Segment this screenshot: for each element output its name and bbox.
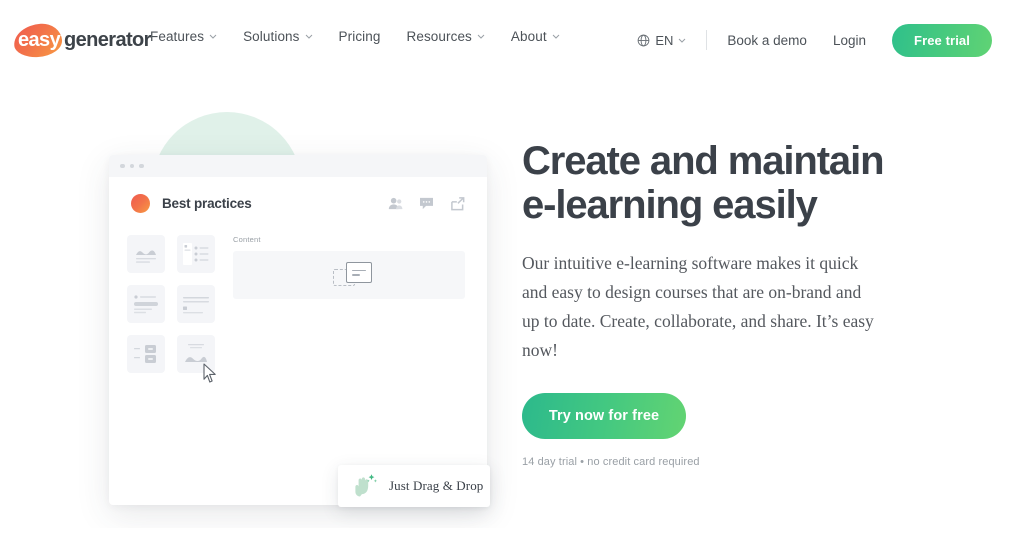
drag-hand-icon bbox=[352, 472, 378, 500]
product-mockup: Best practices Content bbox=[109, 155, 487, 505]
nav-item-features[interactable]: Features bbox=[150, 29, 217, 44]
window-dot-icon bbox=[129, 163, 134, 169]
hero-subhead: Our intuitive e-learning software makes … bbox=[522, 253, 874, 361]
chevron-down-icon bbox=[305, 34, 313, 39]
people-icon[interactable] bbox=[388, 197, 403, 210]
trial-note: 14 day trial • no credit card required bbox=[522, 456, 700, 469]
chevron-down-icon bbox=[678, 38, 686, 43]
chevron-down-icon bbox=[209, 34, 217, 39]
course-title: Best practices bbox=[162, 196, 252, 211]
chevron-down-icon bbox=[477, 34, 485, 39]
nav-item-resources[interactable]: Resources bbox=[406, 29, 485, 44]
mockup-header: Best practices bbox=[109, 177, 487, 213]
nav-label: About bbox=[510, 29, 547, 44]
block-thumb-list[interactable] bbox=[177, 235, 215, 273]
page-bottom-bar bbox=[0, 528, 1024, 539]
globe-icon bbox=[637, 34, 650, 47]
mouse-pointer-icon bbox=[203, 363, 218, 383]
nav-label: Features bbox=[150, 29, 205, 44]
content-area: Content bbox=[233, 235, 465, 373]
content-label: Content bbox=[233, 235, 261, 244]
preview-line bbox=[352, 269, 366, 271]
page-title: Create and maintain e-learning easily bbox=[522, 139, 885, 227]
nav-label: Solutions bbox=[243, 29, 300, 44]
content-drop-zone[interactable] bbox=[233, 251, 465, 299]
logo-text-easy: easy bbox=[18, 29, 61, 51]
book-demo-link[interactable]: Book a demo bbox=[727, 33, 807, 48]
drag-and-drop-card: Just Drag & Drop bbox=[338, 465, 490, 507]
course-badge-icon bbox=[131, 194, 150, 213]
site-header: easy generator Features Solutions Pricin… bbox=[0, 0, 1024, 79]
header-divider bbox=[706, 30, 708, 50]
block-thumb-image[interactable] bbox=[127, 235, 165, 273]
preview-line bbox=[352, 274, 361, 276]
block-library bbox=[127, 235, 215, 373]
language-label: EN bbox=[655, 32, 674, 48]
nav-label: Pricing bbox=[338, 29, 381, 44]
chevron-down-icon bbox=[552, 34, 560, 39]
nav-item-solutions[interactable]: Solutions bbox=[243, 29, 312, 44]
mockup-header-icons bbox=[388, 196, 465, 211]
drag-card-label: Just Drag & Drop bbox=[389, 478, 484, 493]
share-icon[interactable] bbox=[450, 196, 465, 211]
hero-content: Create and maintain e-learning easily Ou… bbox=[522, 139, 922, 469]
logo-text-generator: generator bbox=[64, 29, 151, 51]
nav-item-about[interactable]: About bbox=[511, 29, 560, 44]
nav-item-pricing[interactable]: Pricing bbox=[339, 29, 381, 44]
language-selector[interactable]: EN bbox=[637, 33, 686, 48]
main-nav: Features Solutions Pricing Resources Abo… bbox=[150, 29, 560, 44]
mockup-body: Content bbox=[109, 213, 487, 373]
login-link[interactable]: Login bbox=[833, 33, 866, 48]
landing-page: easy generator Features Solutions Pricin… bbox=[0, 0, 1024, 539]
block-thumb-form[interactable] bbox=[127, 285, 165, 323]
nav-label: Resources bbox=[406, 29, 472, 44]
block-thumb-text[interactable] bbox=[177, 285, 215, 323]
try-now-button[interactable]: Try now for free bbox=[522, 393, 686, 440]
window-dot-icon bbox=[120, 163, 125, 169]
block-thumb-quiz[interactable] bbox=[127, 335, 165, 373]
comment-icon[interactable] bbox=[419, 197, 434, 210]
dragged-block-preview bbox=[346, 262, 372, 283]
window-dot-icon bbox=[139, 163, 144, 169]
mockup-titlebar bbox=[109, 155, 487, 177]
header-actions: EN Book a demo Login Free trial bbox=[637, 23, 992, 57]
free-trial-button[interactable]: Free trial bbox=[892, 23, 992, 57]
hero-visual: Best practices Content Just Drag & Drop bbox=[0, 95, 520, 507]
